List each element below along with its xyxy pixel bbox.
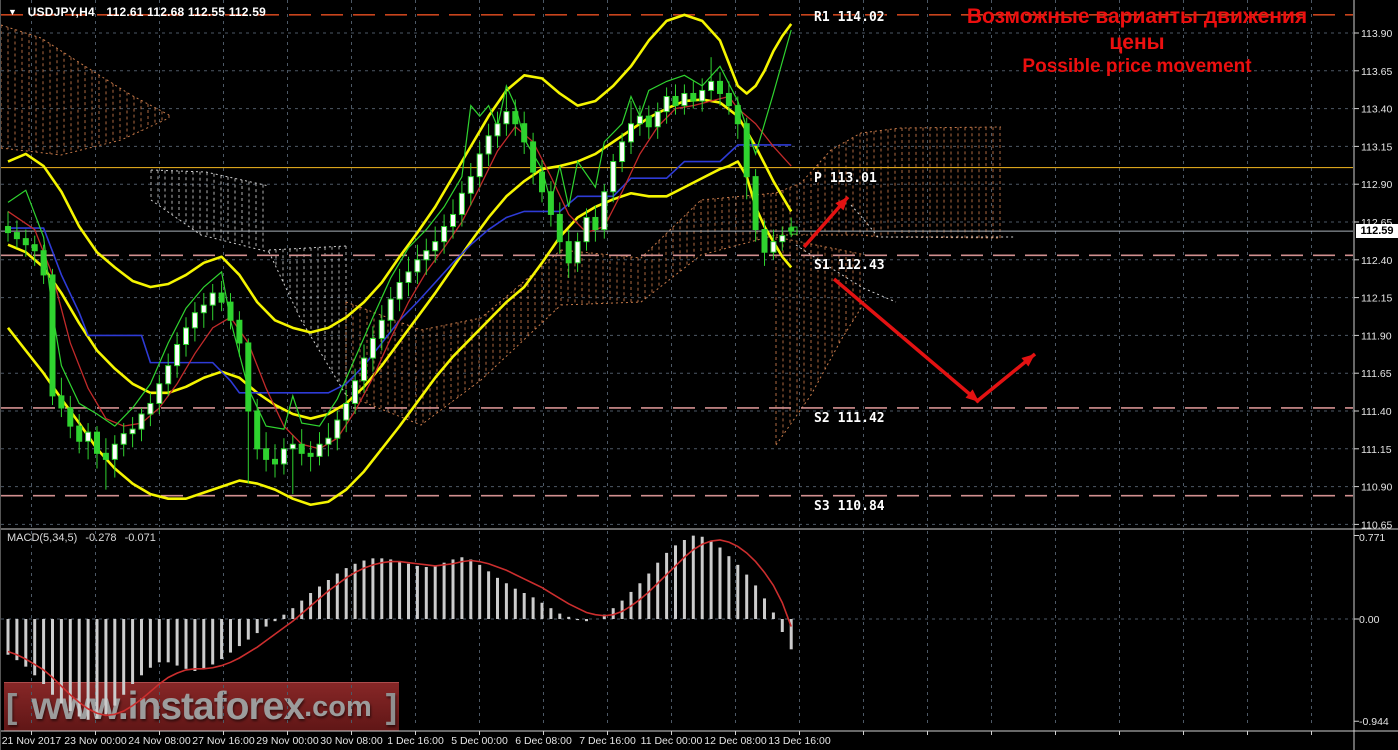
svg-text:113.40: 113.40 (1361, 104, 1392, 116)
svg-text:30 Nov 08:00: 30 Nov 08:00 (320, 735, 383, 747)
svg-text:11 Dec 00:00: 11 Dec 00:00 (641, 735, 703, 747)
svg-text:0.00: 0.00 (1359, 614, 1380, 626)
svg-text:21 Nov 2017: 21 Nov 2017 (2, 735, 62, 747)
svg-text:29 Nov 00:00: 29 Nov 00:00 (256, 735, 319, 747)
svg-text:111.40: 111.40 (1361, 406, 1392, 418)
svg-text:23 Nov 00:00: 23 Nov 00:00 (64, 735, 127, 747)
svg-text:113.65: 113.65 (1361, 66, 1392, 78)
macd-indicator-label: MACD(5,34,5) -0.278 -0.071 (7, 532, 161, 544)
svg-text:5 Dec 00:00: 5 Dec 00:00 (451, 735, 508, 747)
svg-text:111.15: 111.15 (1361, 444, 1392, 456)
pivot-label-s2: S2 111.42 (814, 410, 885, 426)
svg-text:111.90: 111.90 (1361, 330, 1392, 342)
svg-text:112.40: 112.40 (1361, 255, 1392, 267)
macd-value-main: -0.278 (85, 532, 117, 544)
svg-text:112.15: 112.15 (1361, 293, 1392, 305)
annotation-block: Возможные варианты движения цены Possibl… (937, 4, 1337, 78)
svg-text:110.90: 110.90 (1361, 482, 1392, 494)
svg-text:7 Dec 16:00: 7 Dec 16:00 (579, 735, 636, 747)
pivot-label-s1: S1 112.43 (814, 258, 885, 274)
pivot-label-p: P 113.01 (814, 170, 877, 186)
svg-text:113.15: 113.15 (1361, 141, 1392, 153)
mt4-chart-window: [ www.instaforex .com ] 113.90 113.65 113.… (0, 0, 1398, 750)
svg-text:6 Dec 08:00: 6 Dec 08:00 (515, 735, 572, 747)
symbol-bar: ▼ USDJPY,H4 112.61 112.68 112.55 112.59 (8, 5, 266, 19)
pivot-label-r1: R1 114.02 (814, 9, 885, 25)
macd-name: MACD(5,34,5) (7, 532, 78, 544)
current-price-box: 112.59 (1356, 224, 1398, 238)
chart-dropdown-icon[interactable]: ▼ (8, 7, 17, 17)
ohlc-values: 112.61 112.68 112.55 112.59 (106, 5, 266, 19)
annotation-en: Possible price movement (1022, 56, 1252, 78)
svg-text:13 Dec 16:00: 13 Dec 16:00 (768, 735, 831, 747)
svg-text:112.90: 112.90 (1361, 179, 1392, 191)
annotation-ru: Возможные варианты движения цены (966, 5, 1308, 54)
svg-text:1 Dec 16:00: 1 Dec 16:00 (387, 735, 444, 747)
svg-text:12 Dec 08:00: 12 Dec 08:00 (704, 735, 767, 747)
svg-text:-0.944: -0.944 (1359, 716, 1389, 728)
svg-text:111.65: 111.65 (1361, 368, 1392, 380)
svg-text:0.771: 0.771 (1359, 532, 1385, 544)
svg-text:110.65: 110.65 (1361, 519, 1392, 531)
pivot-label-s3: S3 110.84 (814, 498, 885, 514)
chart-canvas[interactable]: 113.90113.65113.40113.15112.90112.65112.… (1, 0, 1398, 750)
svg-text:27 Nov 16:00: 27 Nov 16:00 (192, 735, 255, 747)
svg-text:24 Nov 08:00: 24 Nov 08:00 (128, 735, 191, 747)
macd-value-signal: -0.071 (124, 532, 156, 544)
svg-text:113.90: 113.90 (1361, 28, 1392, 40)
symbol-label: USDJPY,H4 (27, 5, 95, 19)
